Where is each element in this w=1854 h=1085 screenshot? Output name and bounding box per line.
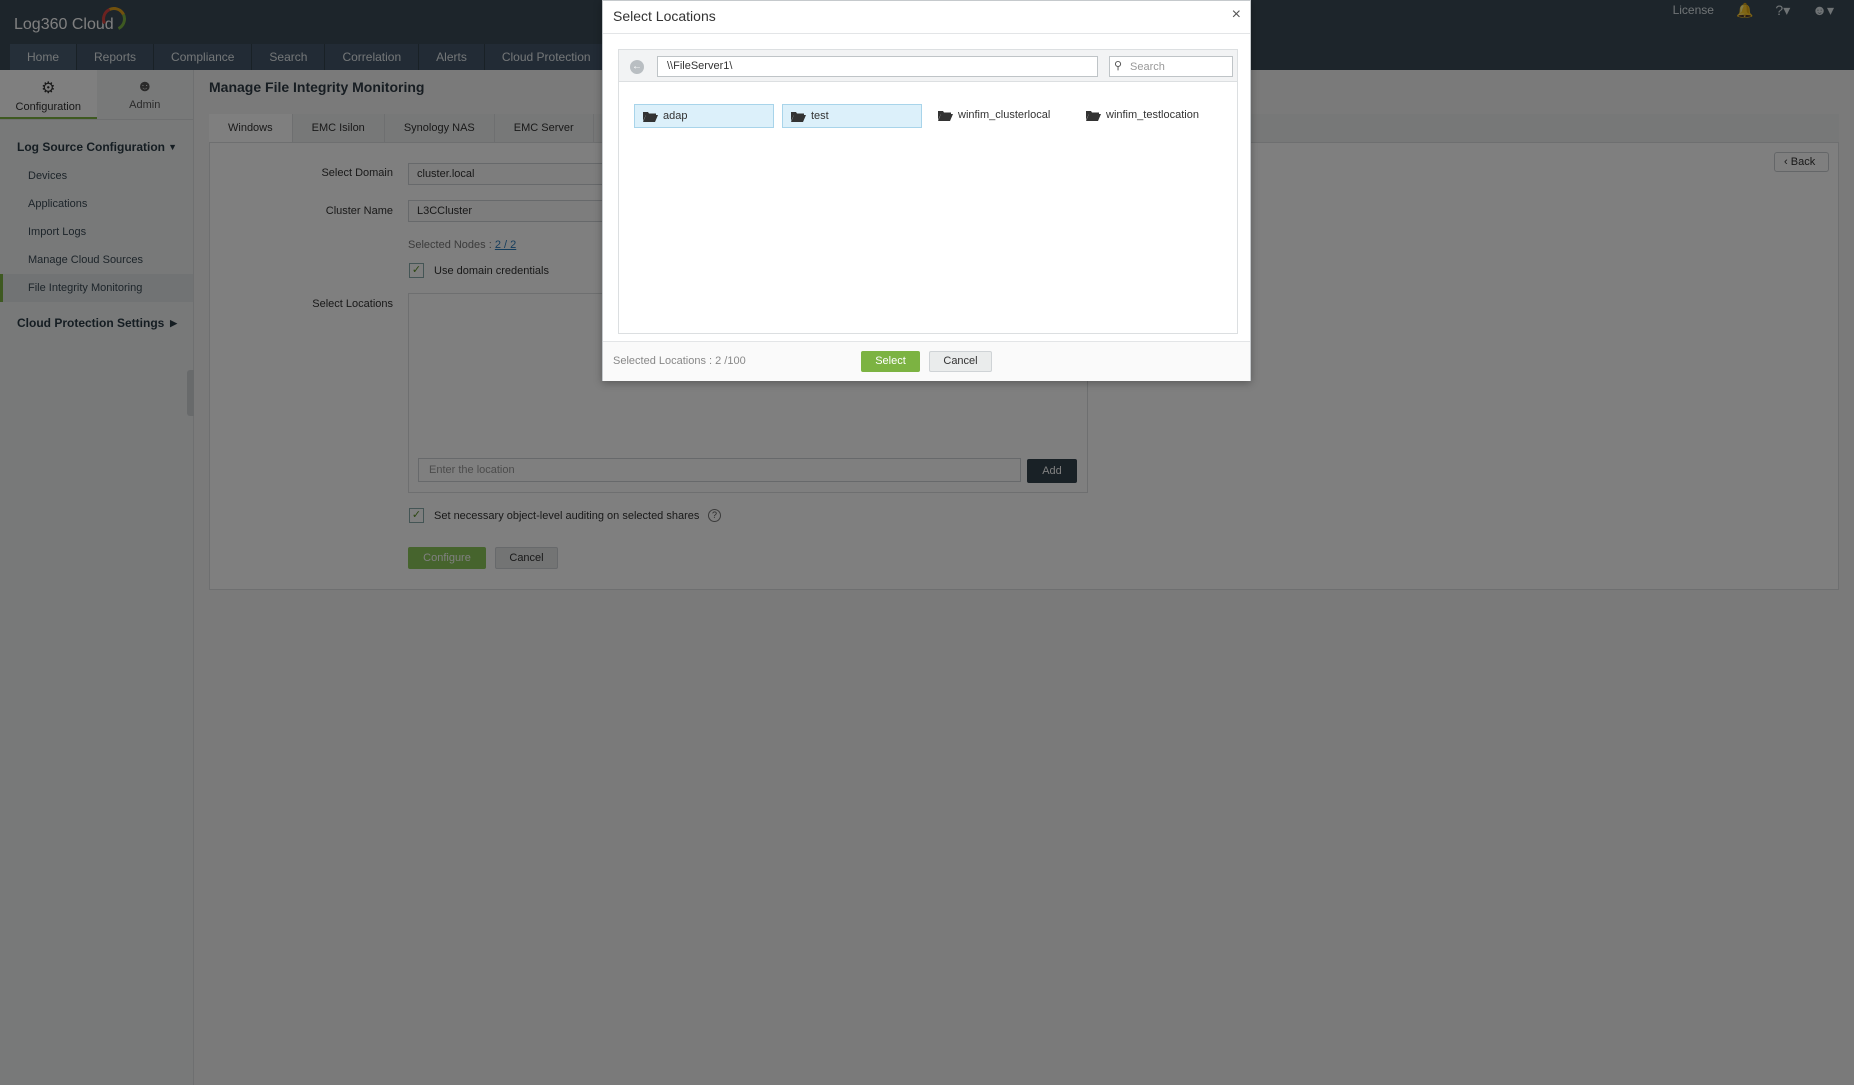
modal-header: Select Locations ×: [603, 1, 1250, 34]
folder-open-icon: [1086, 111, 1101, 121]
folder-item-winfim-testlocation[interactable]: winfim_testlocation: [1078, 104, 1228, 128]
search-box: ⚲: [1109, 56, 1233, 77]
folder-open-icon: [791, 112, 806, 122]
folder-name: adap: [663, 110, 688, 122]
folder-item-winfim-clusterlocal[interactable]: winfim_clusterlocal: [930, 104, 1070, 128]
browser-toolbar: ← \\FileServer1\ ⚲: [619, 50, 1237, 82]
close-icon[interactable]: ×: [1232, 6, 1241, 24]
back-arrow-icon[interactable]: ←: [630, 60, 644, 74]
search-input[interactable]: [1130, 59, 1228, 74]
search-icon: ⚲: [1114, 60, 1123, 72]
select-button[interactable]: Select: [861, 351, 920, 372]
folder-item-adap[interactable]: adap: [634, 104, 774, 128]
modal-cancel-button[interactable]: Cancel: [929, 351, 992, 372]
modal-footer: Selected Locations : 2 /100 Select Cance…: [603, 341, 1250, 381]
folder-open-icon: [643, 112, 658, 122]
folder-name: test: [811, 110, 829, 122]
path-input[interactable]: \\FileServer1\: [657, 56, 1098, 77]
select-locations-modal: Select Locations × ← \\FileServer1\ ⚲ ad…: [602, 0, 1251, 381]
folder-name: winfim_testlocation: [1106, 109, 1199, 121]
folder-name: winfim_clusterlocal: [958, 109, 1051, 121]
modal-title: Select Locations: [613, 8, 716, 24]
folder-open-icon: [938, 111, 953, 121]
folder-browser: ← \\FileServer1\ ⚲ adap test winfim_clus…: [618, 49, 1238, 334]
folder-item-test[interactable]: test: [782, 104, 922, 128]
selected-locations-count: Selected Locations : 2 /100: [613, 355, 746, 367]
